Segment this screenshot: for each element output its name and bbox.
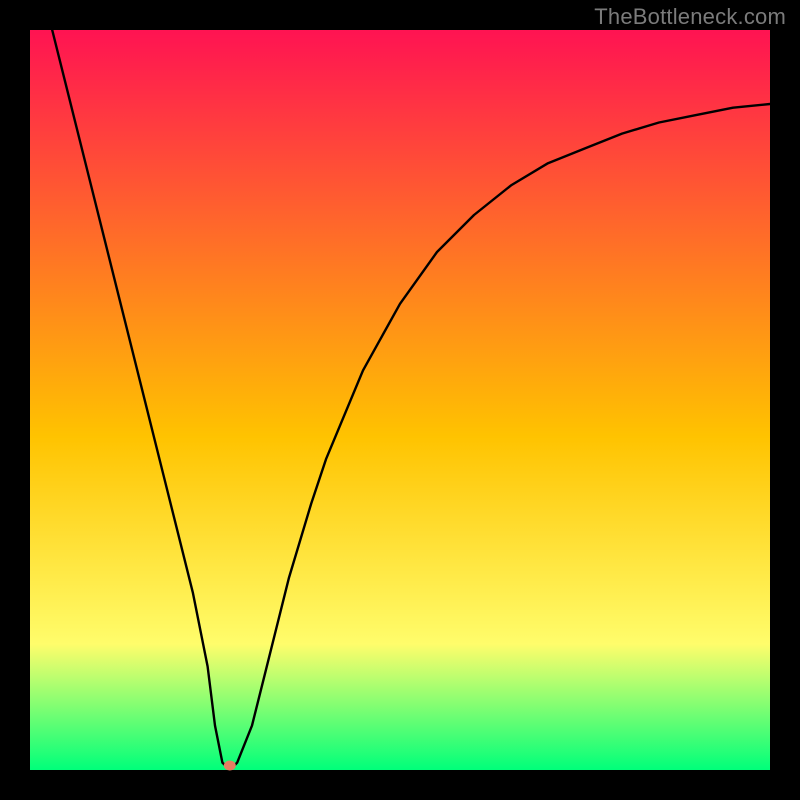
chart-container: TheBottleneck.com (0, 0, 800, 800)
optimal-point-marker (224, 761, 236, 771)
watermark-text: TheBottleneck.com (594, 4, 786, 30)
plot-area (30, 30, 770, 770)
bottleneck-chart (0, 0, 800, 800)
